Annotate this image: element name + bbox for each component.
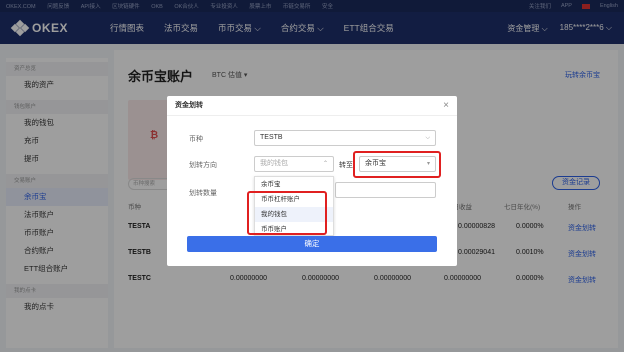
chevron-up-icon: ⌃ — [322, 161, 328, 167]
coin-select[interactable]: TESTB ⌵ — [254, 130, 436, 146]
dropdown-option[interactable]: 余币宝 — [255, 177, 333, 192]
amount-input[interactable] — [335, 182, 436, 198]
highlight-box-target — [353, 151, 441, 178]
from-account-select[interactable]: 我的钱包 ⌃ — [254, 156, 334, 172]
chevron-down-icon: ⌵ — [425, 135, 430, 141]
coin-label: 币种 — [189, 136, 203, 143]
amount-label: 划转数量 — [189, 190, 217, 197]
highlight-box-options — [247, 191, 327, 235]
confirm-button[interactable]: 确定 — [187, 236, 437, 252]
dialog-title: 资金划转 — [167, 96, 457, 116]
to-label: 转至 — [339, 162, 353, 169]
transfer-dialog: 资金划转 × 币种 TESTB ⌵ 划转方向 我的钱包 ⌃ 转至 余币宝 ▾ 划… — [167, 96, 457, 266]
coin-value: TESTB — [260, 134, 283, 141]
direction-label: 划转方向 — [189, 162, 217, 169]
close-icon[interactable]: × — [443, 100, 449, 111]
from-account-value: 我的钱包 — [260, 160, 288, 167]
